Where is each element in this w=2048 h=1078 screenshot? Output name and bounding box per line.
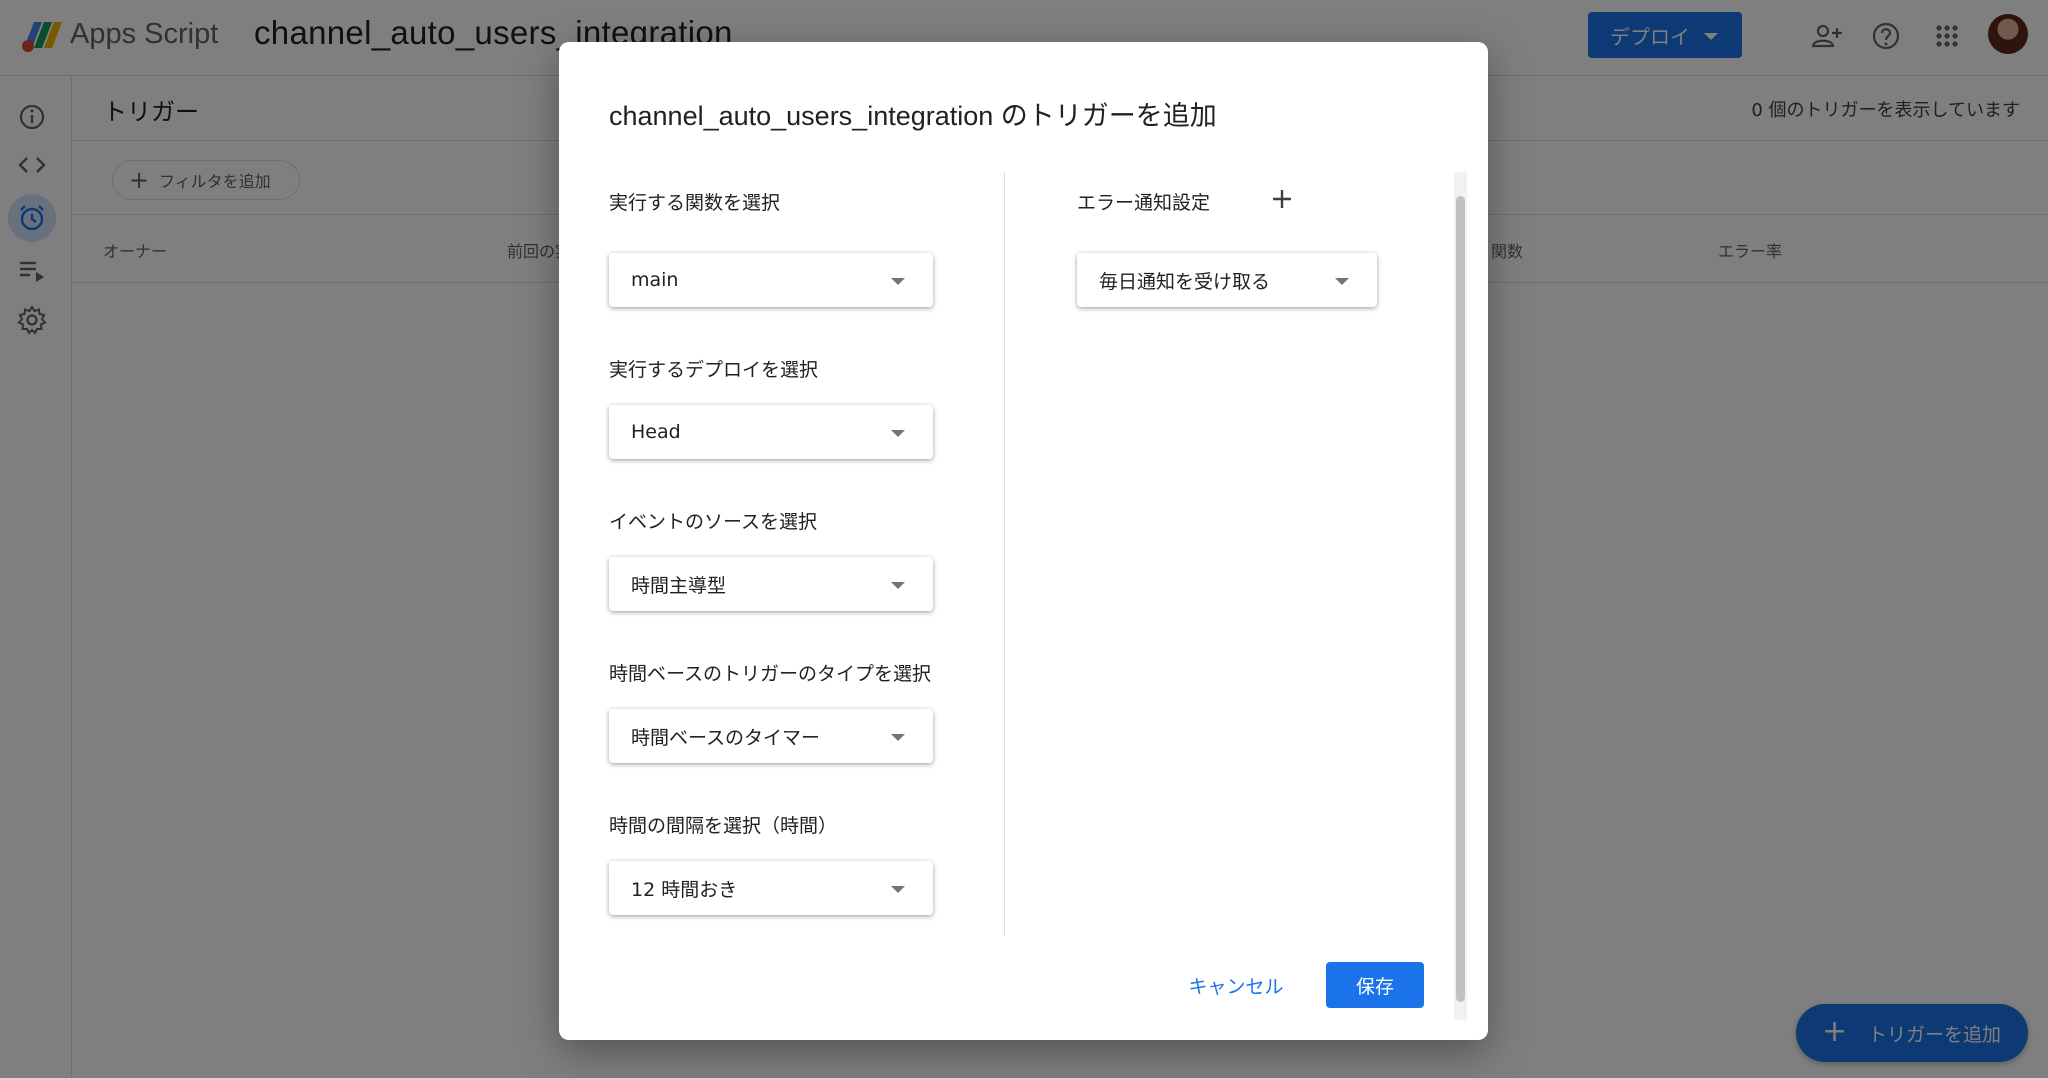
deployment-select[interactable]: Head [609, 405, 933, 459]
chevron-down-icon [891, 430, 905, 437]
add-notification-plus-icon[interactable] [1267, 184, 1297, 214]
error-notification-label: エラー通知設定 [1077, 192, 1211, 214]
trigger-type-select-value: 時間ベースのタイマー [631, 726, 821, 749]
dialog-title: channel_auto_users_integration のトリガーを追加 [609, 101, 1217, 131]
add-trigger-dialog: channel_auto_users_integration のトリガーを追加 … [559, 42, 1488, 1040]
chevron-down-icon [891, 582, 905, 589]
chevron-down-icon [1335, 278, 1349, 285]
trigger-type-select[interactable]: 時間ベースのタイマー [609, 709, 933, 763]
error-notification-select[interactable]: 毎日通知を受け取る [1077, 253, 1377, 307]
chevron-down-icon [891, 278, 905, 285]
chevron-down-icon [891, 734, 905, 741]
event-source-select[interactable]: 時間主導型 [609, 557, 933, 611]
function-select-label: 実行する関数を選択 [609, 192, 781, 214]
chevron-down-icon [891, 886, 905, 893]
column-divider [1004, 172, 1005, 936]
function-select[interactable]: main [609, 253, 933, 307]
dialog-scrollbar-thumb[interactable] [1456, 196, 1465, 1002]
event-source-select-value: 時間主導型 [631, 574, 727, 597]
interval-select[interactable]: 12 時間おき [609, 861, 933, 915]
deployment-select-label: 実行するデプロイを選択 [609, 359, 819, 381]
interval-select-label: 時間の間隔を選択（時間） [609, 815, 838, 837]
interval-select-value: 12 時間おき [631, 878, 738, 901]
cancel-button[interactable]: キャンセル [1177, 962, 1295, 1008]
deployment-select-value: Head [631, 421, 681, 443]
trigger-type-select-label: 時間ベースのトリガーのタイプを選択 [609, 663, 932, 685]
error-notification-select-value: 毎日通知を受け取る [1099, 270, 1271, 293]
save-button[interactable]: 保存 [1326, 962, 1424, 1008]
event-source-select-label: イベントのソースを選択 [609, 511, 818, 533]
function-select-value: main [631, 269, 679, 291]
